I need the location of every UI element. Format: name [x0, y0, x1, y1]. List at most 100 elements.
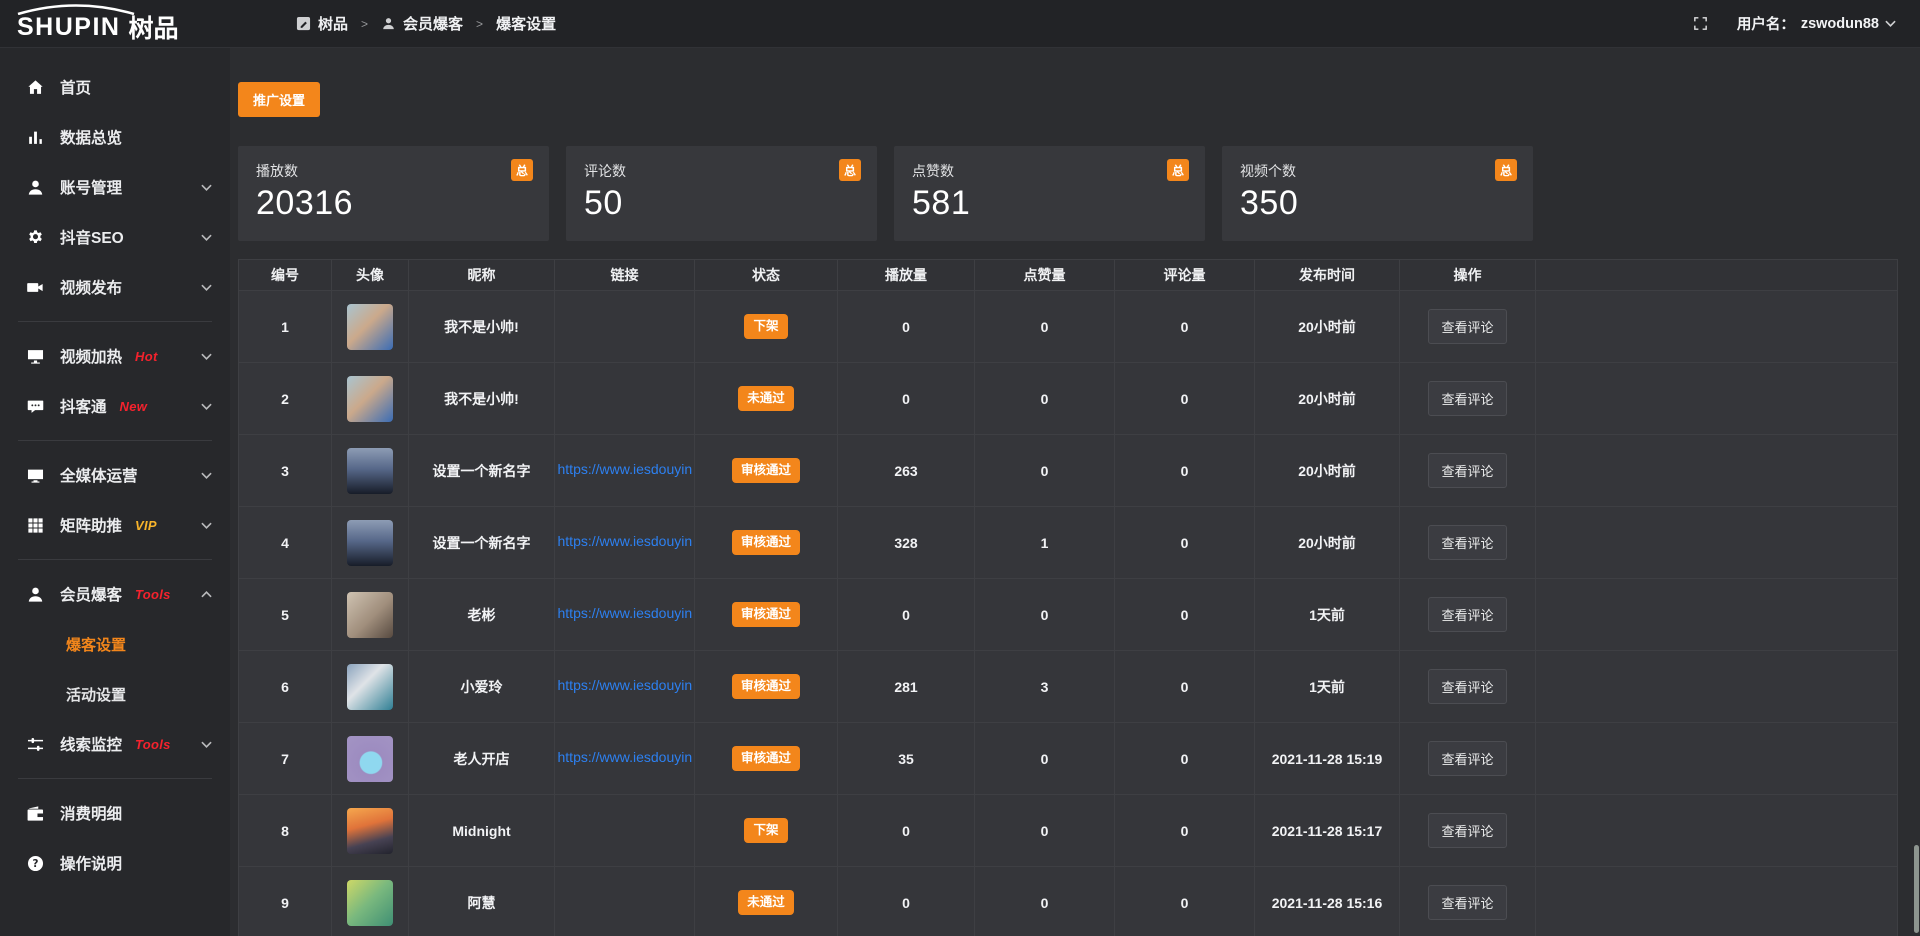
view-comments-button[interactable]: 查看评论 [1428, 669, 1506, 704]
cell-status: 下架 [695, 291, 838, 363]
cell-action: 查看评论 [1400, 291, 1536, 363]
cell-link-wrap: https://www.iesdouyin.c [555, 507, 695, 579]
total-badge: 总 [1167, 159, 1189, 181]
total-badge: 总 [511, 159, 533, 181]
sidebar-item-data-overview[interactable]: 数据总览 [0, 112, 230, 162]
cell-avatar [332, 435, 409, 507]
chevron-down-icon [201, 403, 212, 410]
promo-settings-button[interactable]: 推广设置 [238, 82, 320, 117]
table-row: 8Midnight下架0002021-11-28 15:17查看评论 [239, 795, 1898, 867]
view-comments-button[interactable]: 查看评论 [1428, 453, 1506, 488]
cell-avatar [332, 651, 409, 723]
cell-filler [1536, 435, 1898, 507]
cell-plays: 263 [838, 435, 975, 507]
cell-link-wrap: https://www.iesdouyin.c [555, 579, 695, 651]
cell-id: 4 [239, 507, 332, 579]
cell-avatar [332, 867, 409, 936]
sidebar-item-operation-guide[interactable]: ?操作说明 [0, 838, 230, 888]
wallet-icon [26, 804, 45, 823]
sidebar-item-douyin-seo[interactable]: 抖音SEO [0, 212, 230, 262]
cell-link-wrap [555, 291, 695, 363]
sidebar-item-video-publish[interactable]: 视频发布 [0, 262, 230, 312]
cell-publish-time: 1天前 [1255, 651, 1400, 723]
view-comments-button[interactable]: 查看评论 [1428, 741, 1506, 776]
breadcrumb-item[interactable]: 会员爆客 [381, 13, 463, 34]
cell-action: 查看评论 [1400, 795, 1536, 867]
cell-likes: 0 [975, 795, 1115, 867]
user-menu[interactable]: 用户名：zswodun88 [1737, 13, 1896, 34]
view-comments-button[interactable]: 查看评论 [1428, 525, 1506, 560]
breadcrumb: 树品>会员爆客>爆客设置 [296, 13, 556, 34]
cell-filler [1536, 723, 1898, 795]
sidebar-item-clue-monitoring[interactable]: 线索监控Tools [0, 719, 230, 769]
cell-likes: 0 [975, 867, 1115, 936]
view-comments-button[interactable]: 查看评论 [1428, 885, 1506, 920]
sidebar-item-home[interactable]: 首页 [0, 62, 230, 112]
column-header-filler [1536, 260, 1898, 291]
sidebar: 首页数据总览账号管理抖音SEO 视频发布视频加热Hot抖客通New 全媒体运营矩阵助… [0, 48, 230, 936]
fullscreen-icon[interactable] [1692, 15, 1709, 32]
breadcrumb-item[interactable]: 树品 [296, 13, 348, 34]
cell-likes: 0 [975, 723, 1115, 795]
sidebar-item-consumption-details[interactable]: 消费明细 [0, 788, 230, 838]
sidebar-divider [18, 321, 212, 322]
table-body: 1我不是小帅!下架00020小时前查看评论2我不是小帅!未通过00020小时前查… [239, 291, 1898, 936]
sidebar-item-member-baoke[interactable]: 会员爆客Tools [0, 569, 230, 619]
table-row: 6小爱玲https://www.iesdouyin.c审核通过281301天前查… [239, 651, 1898, 723]
cell-action: 查看评论 [1400, 507, 1536, 579]
cell-action: 查看评论 [1400, 363, 1536, 435]
video-link[interactable]: https://www.iesdouyin.c [558, 605, 692, 621]
sidebar-item-all-media-operation[interactable]: 全媒体运营 [0, 450, 230, 500]
cell-id: 3 [239, 435, 332, 507]
bar-chart-icon [26, 128, 45, 147]
status-badge: 下架 [744, 818, 787, 843]
total-badge: 总 [839, 159, 861, 181]
sidebar-item-label: 抖客通 [60, 395, 107, 417]
video-link[interactable]: https://www.iesdouyin.c [558, 533, 692, 549]
sidebar-item-label: 账号管理 [60, 176, 122, 198]
cell-status: 未通过 [695, 867, 838, 936]
avatar-image [347, 520, 393, 566]
sidebar-item-douketong[interactable]: 抖客通New [0, 381, 230, 431]
videos-table: 编号头像昵称链接状态播放量点赞量评论量发布时间操作 1我不是小帅!下架00020… [238, 259, 1898, 936]
cell-link-wrap: https://www.iesdouyin.c [555, 651, 695, 723]
scrollbar-thumb[interactable] [1914, 845, 1919, 933]
stat-value: 20316 [256, 184, 531, 223]
view-comments-button[interactable]: 查看评论 [1428, 309, 1506, 344]
view-comments-button[interactable]: 查看评论 [1428, 813, 1506, 848]
sliders-icon [26, 735, 45, 754]
gear-icon [26, 228, 45, 247]
cell-action: 查看评论 [1400, 723, 1536, 795]
cell-status: 审核通过 [695, 723, 838, 795]
sidebar-item-label: 操作说明 [60, 852, 122, 874]
cell-nickname: 我不是小帅! [409, 291, 555, 363]
table-header-row: 编号头像昵称链接状态播放量点赞量评论量发布时间操作 [239, 260, 1898, 291]
app-logo: SHUPIN 树品 [0, 0, 230, 47]
cell-likes: 3 [975, 651, 1115, 723]
cell-nickname: 设置一个新名字 [409, 435, 555, 507]
sidebar-subitem-activity-settings[interactable]: 活动设置 [0, 669, 230, 719]
cell-link-wrap: https://www.iesdouyin.c [555, 435, 695, 507]
sidebar-subitem-baoke-settings[interactable]: 爆客设置 [0, 619, 230, 669]
chevron-down-icon [201, 184, 212, 191]
view-comments-button[interactable]: 查看评论 [1428, 381, 1506, 416]
cell-filler [1536, 363, 1898, 435]
sidebar-item-matrix-boost[interactable]: 矩阵助推VIP [0, 500, 230, 550]
breadcrumb-label: 树品 [318, 13, 348, 34]
video-link[interactable]: https://www.iesdouyin.c [558, 677, 692, 693]
table-row: 4设置一个新名字https://www.iesdouyin.c审核通过32810… [239, 507, 1898, 579]
view-comments-button[interactable]: 查看评论 [1428, 597, 1506, 632]
cell-plays: 328 [838, 507, 975, 579]
cell-id: 1 [239, 291, 332, 363]
cell-link-wrap [555, 363, 695, 435]
sidebar-item-label: 消费明细 [60, 802, 122, 824]
breadcrumb-item: 爆客设置 [496, 13, 556, 34]
video-link[interactable]: https://www.iesdouyin.c [558, 461, 692, 477]
cell-publish-time: 2021-11-28 15:19 [1255, 723, 1400, 795]
sidebar-item-video-heating[interactable]: 视频加热Hot [0, 331, 230, 381]
sidebar-item-label: 视频发布 [60, 276, 122, 298]
cell-comments: 0 [1115, 507, 1255, 579]
sidebar-item-account-management[interactable]: 账号管理 [0, 162, 230, 212]
sidebar-item-label: 首页 [60, 76, 91, 98]
video-link[interactable]: https://www.iesdouyin.c [558, 749, 692, 765]
